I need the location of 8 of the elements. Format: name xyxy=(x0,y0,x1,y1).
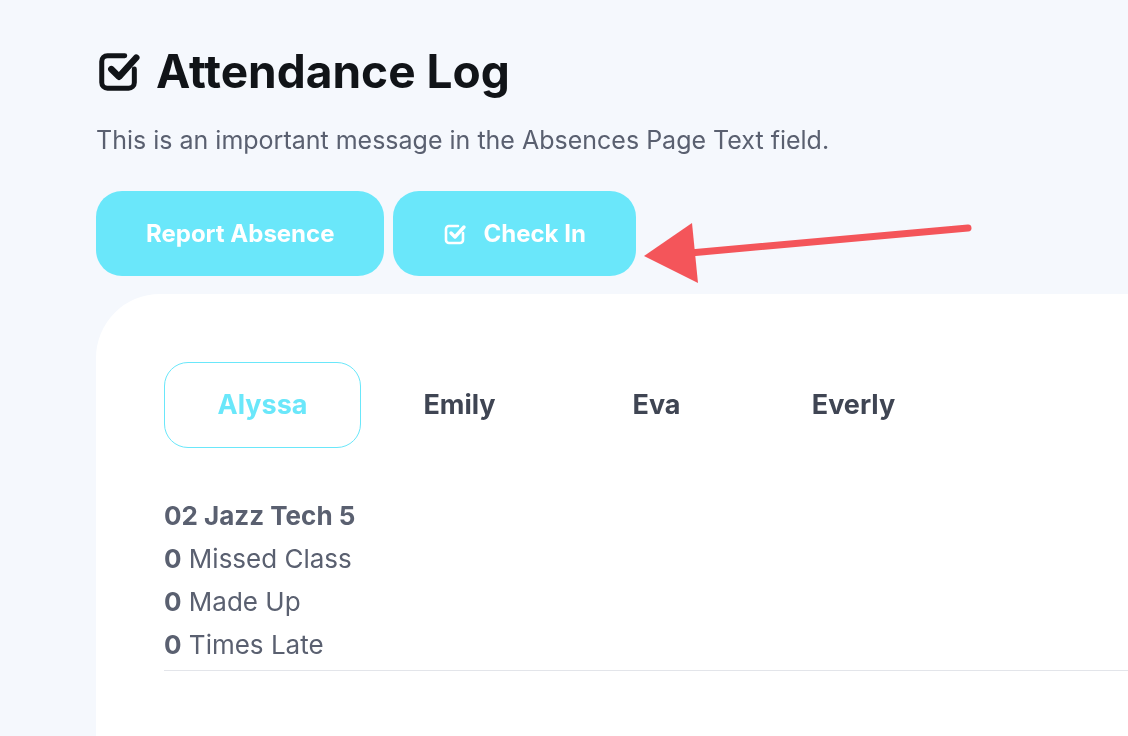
attendance-stat: 0 Made Up xyxy=(164,585,302,619)
student-tab[interactable]: Everly xyxy=(755,362,952,448)
page-message: This is an important message in the Absences Page Text field. xyxy=(96,128,831,153)
attendance-stat: 0 Missed Class xyxy=(164,542,353,576)
student-tab[interactable]: Emily xyxy=(361,362,558,448)
attendance-stat: 0 Times Late xyxy=(164,628,325,662)
student-tab[interactable]: Eva xyxy=(558,362,755,448)
class-title: 02 Jazz Tech 5 xyxy=(164,499,357,533)
